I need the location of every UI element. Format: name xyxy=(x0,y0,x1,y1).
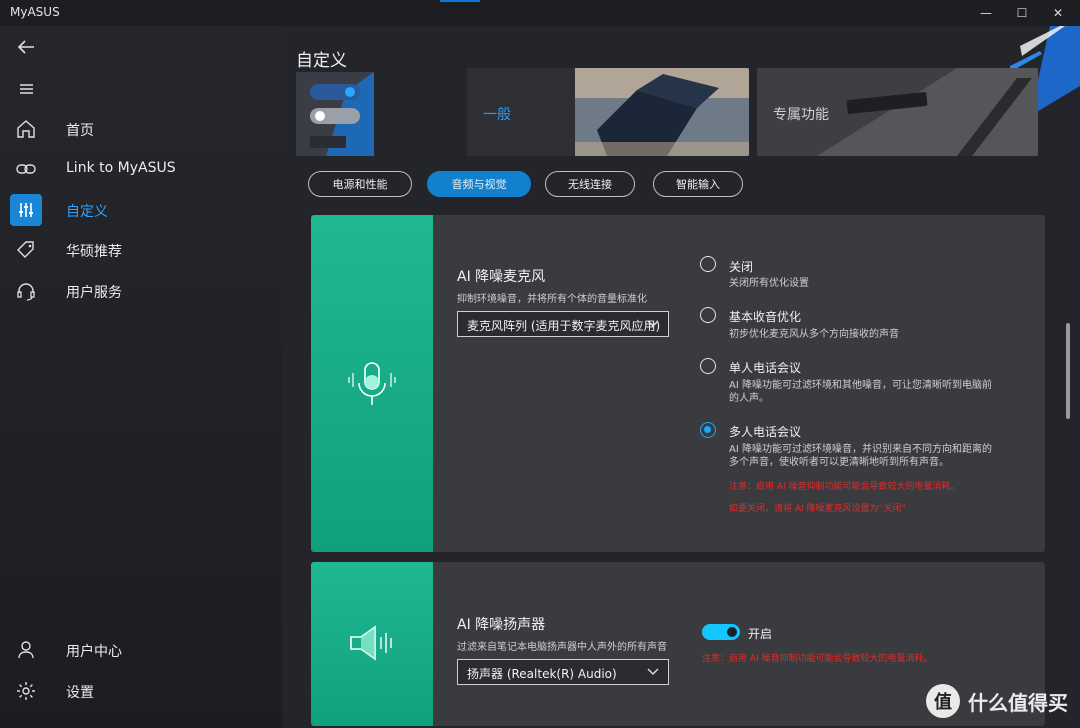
speaker-feature-strip xyxy=(311,562,433,726)
option-multi-desc: AI 降噪功能可过滤环境噪音，并识别来自不同方向和距离的多个声音，使收听者可以更… xyxy=(729,444,992,468)
sidebar-item-support[interactable]: 用户服务 xyxy=(0,273,282,309)
option-basic-desc: 初步优化麦克风从多个方向接收的声音 xyxy=(729,329,899,340)
speaker-icon xyxy=(350,625,392,661)
radio-off[interactable] xyxy=(700,256,716,272)
gear-icon xyxy=(10,675,42,707)
option-off-desc: 关闭所有优化设置 xyxy=(729,278,809,289)
tab-wireless[interactable]: 无线连接 xyxy=(545,171,635,197)
sidebar-item-user-center[interactable]: 用户中心 xyxy=(0,632,282,668)
home-icon xyxy=(10,113,42,145)
option-single-label: 单人电话会议 xyxy=(729,361,802,375)
title-bar: MyASUS — ☐ ✕ xyxy=(0,0,1080,26)
mic-power-warning: 注意：启用 AI 噪音抑制功能可能会导致较大的电量消耗。 xyxy=(729,482,960,492)
watermark-badge: 值 xyxy=(926,684,960,718)
back-arrow-icon[interactable] xyxy=(12,36,40,58)
hamburger-menu-icon[interactable] xyxy=(12,78,40,100)
link-icon xyxy=(10,153,42,185)
watermark: 值 什么值得买 xyxy=(926,684,1068,718)
speaker-section-desc: 过滤来自笔记本电脑扬声器中人声外的所有声音 xyxy=(457,642,667,653)
tag-icon xyxy=(10,234,42,266)
ai-noise-mic-card: AI 降噪麦克风 抑制环境噪音，并将所有个体的音量标准化 麦克风阵列 (适用于数… xyxy=(311,215,1045,552)
sidebar: 首页 Link to MyASUS 自定义 华硕推荐 用户服务 用户中心 设置 xyxy=(0,26,282,728)
mic-dropdown-value: 麦克风阵列 (适用于数字麦克风应用) xyxy=(467,319,661,333)
speaker-toggle-label: 开启 xyxy=(748,627,773,641)
chevron-down-icon xyxy=(647,320,659,327)
sidebar-item-label: 华硕推荐 xyxy=(66,244,122,260)
sidebar-item-recommend[interactable]: 华硕推荐 xyxy=(0,232,282,268)
page-title: 自定义 xyxy=(296,51,347,71)
mic-disable-hint: 如要关闭，请将 AI 降噪麦克风设置为“关闭” xyxy=(729,504,906,514)
speaker-power-warning: 注意：启用 AI 噪音抑制功能可能会导致较大的电量消耗。 xyxy=(702,654,933,664)
sidebar-item-label: 首页 xyxy=(66,123,94,139)
radio-single-call[interactable] xyxy=(700,358,716,374)
radio-multi-call[interactable] xyxy=(700,422,716,438)
sidebar-item-label: 设置 xyxy=(66,685,94,701)
mic-device-dropdown[interactable]: 麦克风阵列 (适用于数字麦克风应用) xyxy=(457,311,669,337)
card-general[interactable]: 一般 xyxy=(467,68,749,156)
speaker-toggle[interactable] xyxy=(702,624,740,640)
speaker-dropdown-value: 扬声器 (Realtek(R) Audio) xyxy=(467,667,617,681)
option-single-desc: AI 降噪功能可过滤环境和其他噪音，可让您清晰听到电脑前的人声。 xyxy=(729,380,992,404)
tab-audio-visual[interactable]: 音频与视觉 xyxy=(427,171,531,197)
tab-power-performance[interactable]: 电源和性能 xyxy=(308,171,412,197)
sidebar-item-label: Link to MyASUS xyxy=(66,160,176,176)
sidebar-item-settings[interactable]: 设置 xyxy=(0,673,282,709)
option-multi-label: 多人电话会议 xyxy=(729,425,802,439)
mic-section-title: AI 降噪麦克风 xyxy=(457,269,546,285)
sidebar-item-customize[interactable]: 自定义 xyxy=(0,192,282,228)
mic-feature-strip xyxy=(311,215,433,552)
app-title: MyASUS xyxy=(10,5,60,19)
card-exclusive-label: 专属功能 xyxy=(773,107,829,123)
option-off-label: 关闭 xyxy=(729,260,754,274)
sidebar-item-label: 自定义 xyxy=(66,204,108,220)
mic-section-desc: 抑制环境噪音，并将所有个体的音量标准化 xyxy=(457,294,647,305)
main-content: 自定义 一般 专属功能 电源和性能 音频与视觉 无线连接 智能输入 AI 降噪麦… xyxy=(282,26,1080,728)
radio-basic[interactable] xyxy=(700,307,716,323)
title-accent-line xyxy=(440,0,480,2)
sidebar-item-label: 用户服务 xyxy=(66,285,122,301)
headset-icon xyxy=(10,275,42,307)
sidebar-item-label: 用户中心 xyxy=(66,644,122,660)
speaker-section-title: AI 降噪扬声器 xyxy=(457,617,546,633)
microphone-icon xyxy=(348,362,396,405)
card-general-label: 一般 xyxy=(483,107,511,123)
maximize-button[interactable]: ☐ xyxy=(1004,0,1040,26)
speaker-device-dropdown[interactable]: 扬声器 (Realtek(R) Audio) xyxy=(457,659,669,685)
sliders-icon xyxy=(10,194,42,226)
card-exclusive[interactable]: 专属功能 xyxy=(757,68,1038,156)
tab-smart-input[interactable]: 智能输入 xyxy=(653,171,743,197)
minimize-button[interactable]: — xyxy=(968,0,1004,26)
scrollbar-thumb[interactable] xyxy=(1066,323,1070,419)
watermark-text: 什么值得买 xyxy=(968,690,1068,715)
sidebar-item-link-to-myasus[interactable]: Link to MyASUS xyxy=(0,151,282,187)
sidebar-item-home[interactable]: 首页 xyxy=(0,111,282,147)
customize-hero-icon xyxy=(296,72,374,156)
user-icon xyxy=(10,634,42,666)
option-basic-label: 基本收音优化 xyxy=(729,310,802,324)
close-button[interactable]: ✕ xyxy=(1040,0,1076,26)
chevron-down-icon xyxy=(647,668,659,675)
